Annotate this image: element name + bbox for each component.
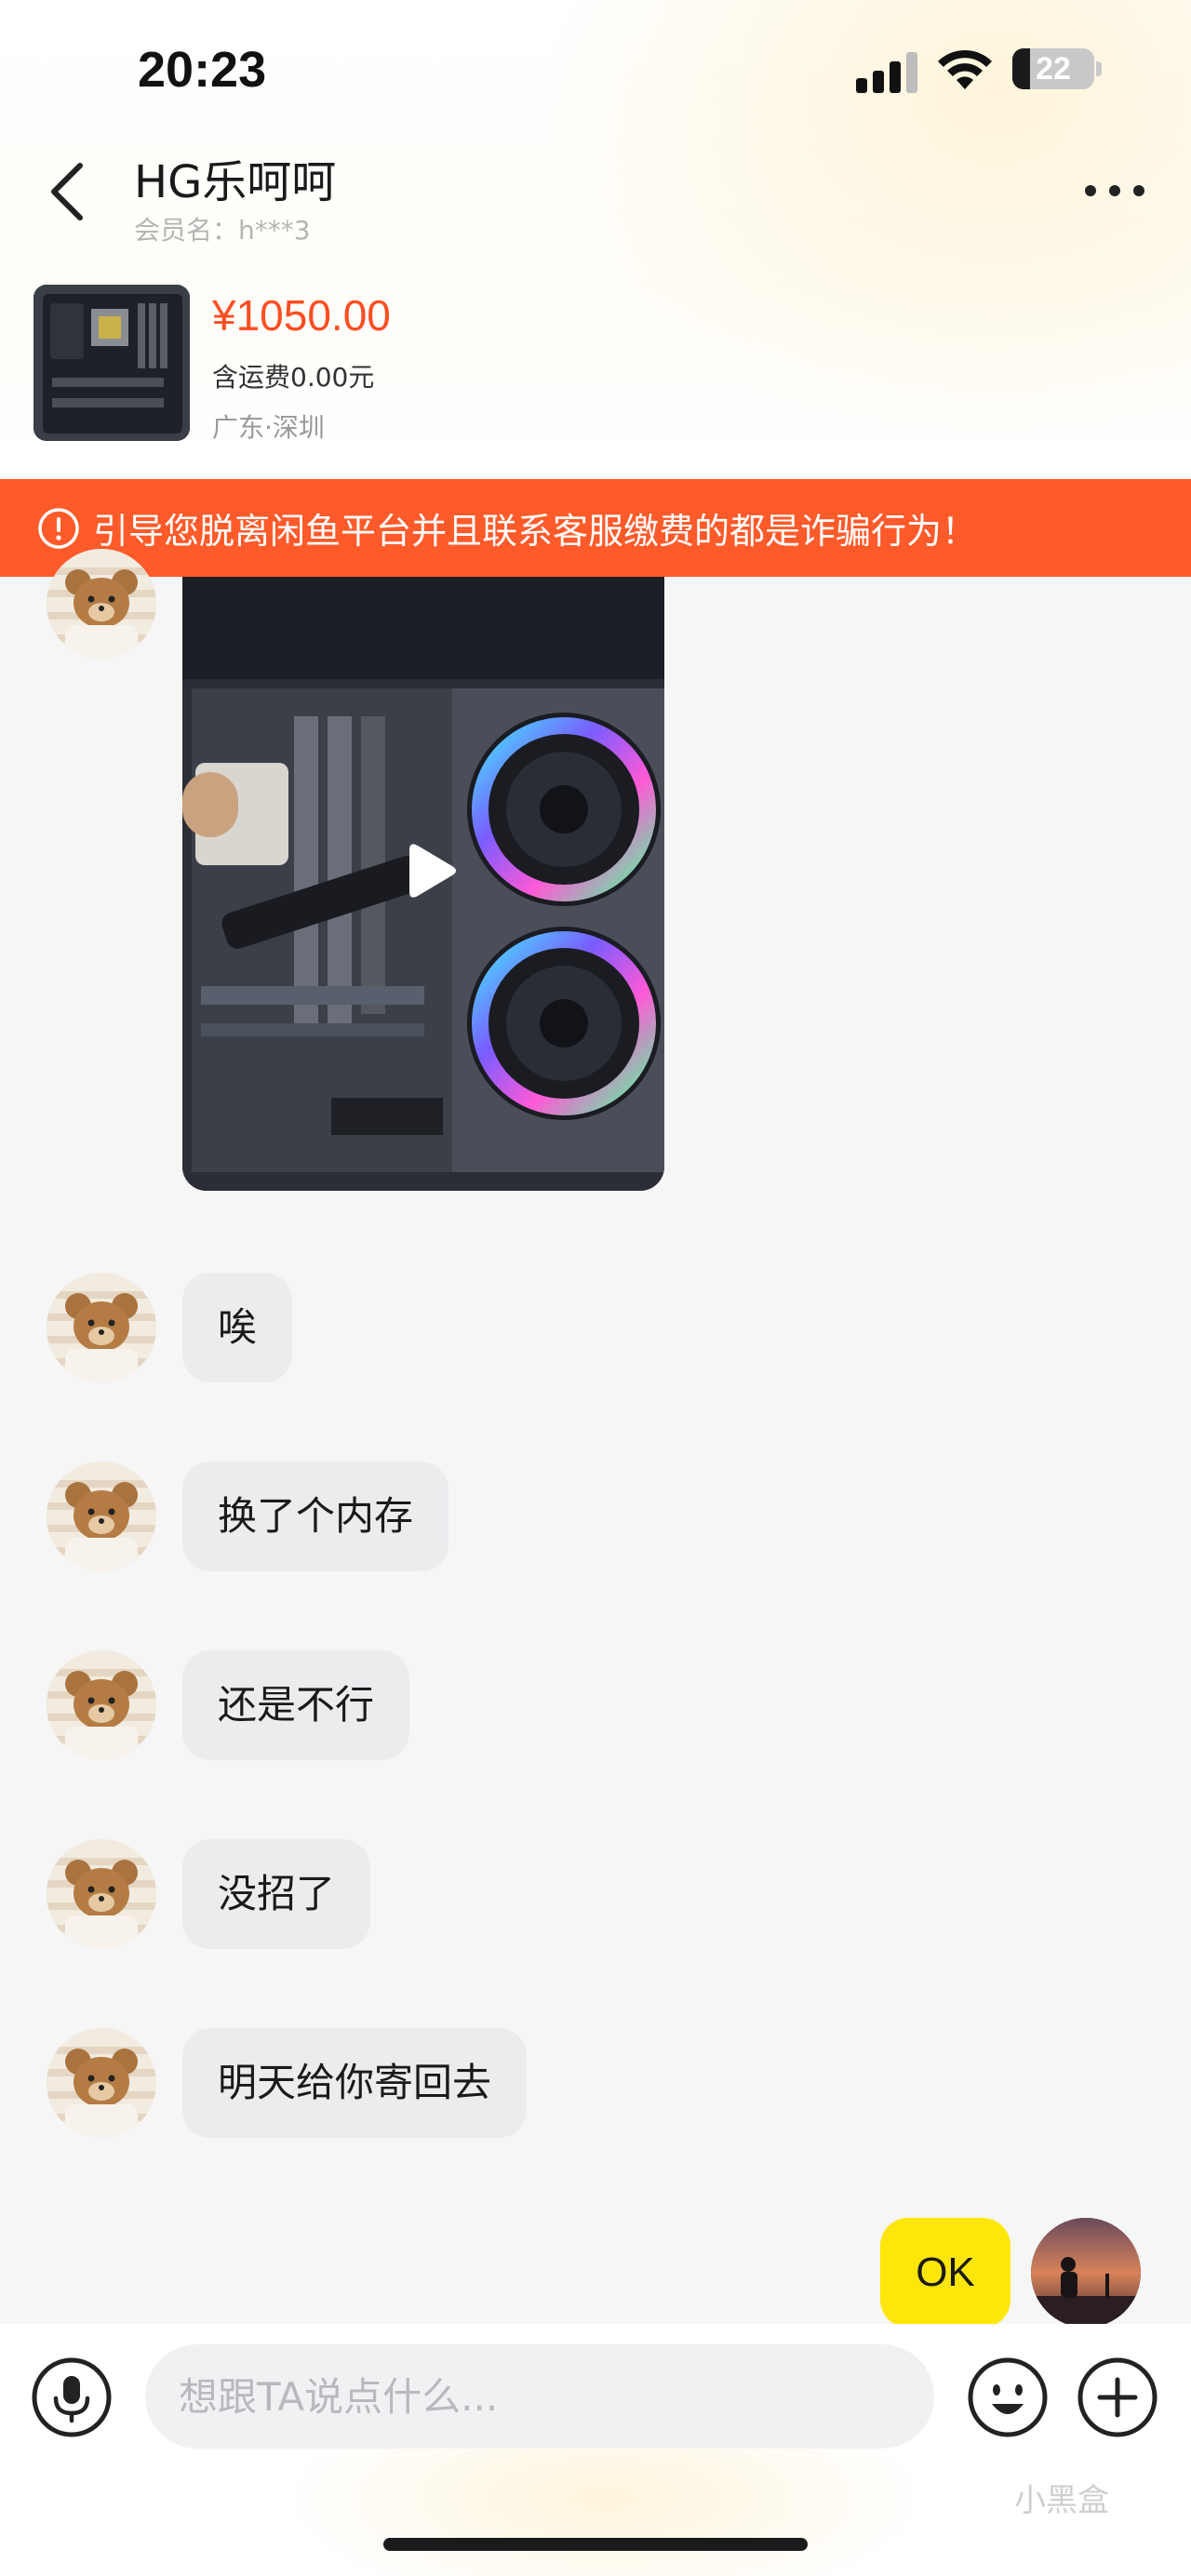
fraud-warning-banner: 引导您脱离闲鱼平台并且联系客服缴费的都是诈骗行为！ <box>0 479 1191 577</box>
motherboard-image <box>33 285 190 441</box>
more-dots-icon[interactable] <box>1079 167 1150 214</box>
microphone-icon[interactable] <box>30 2356 114 2439</box>
warning-text: 引导您脱离闲鱼平台并且联系客服缴费的都是诈骗行为！ <box>93 511 978 552</box>
message-bubble[interactable]: 唉 <box>182 1273 293 1382</box>
battery-level: 22 <box>1036 51 1071 87</box>
back-arrow-icon[interactable] <box>43 158 93 225</box>
teddy-bear-avatar-icon <box>47 1462 156 1571</box>
contact-name[interactable]: HG乐呵呵 <box>134 145 336 210</box>
own-avatar[interactable] <box>1031 2218 1141 2328</box>
member-name: 会员名：h***3 <box>134 215 311 246</box>
signal-icon <box>856 52 917 93</box>
message-input[interactable] <box>145 2344 934 2449</box>
message-bubble[interactable]: 还是不行 <box>182 1650 410 1760</box>
message-bubble[interactable]: 明天给你寄回去 <box>182 2028 528 2138</box>
teddy-bear-avatar-icon <box>47 1273 156 1382</box>
teddy-bear-avatar-icon <box>47 549 156 659</box>
wifi-icon <box>938 49 992 89</box>
product-thumbnail[interactable] <box>33 285 190 441</box>
seller-avatar[interactable] <box>47 1839 156 1949</box>
battery-icon: 22 <box>1012 48 1094 89</box>
warning-icon <box>38 507 79 549</box>
teddy-bear-avatar-icon <box>47 2028 156 2138</box>
seller-avatar[interactable] <box>47 549 156 659</box>
seller-avatar[interactable] <box>47 1273 156 1382</box>
video-message[interactable] <box>182 577 664 1191</box>
seller-avatar[interactable] <box>47 1462 156 1571</box>
message-bubble[interactable]: 没招了 <box>182 1839 371 1949</box>
message-bubble[interactable]: 换了个内存 <box>182 1462 449 1571</box>
video-thumbnail <box>182 577 664 1191</box>
teddy-bear-avatar-icon <box>47 1650 156 1760</box>
home-indicator[interactable] <box>383 2538 808 2551</box>
watermark: 小黑盒 <box>1014 2482 1109 2519</box>
own-message-bubble[interactable]: OK <box>880 2218 1010 2328</box>
seller-avatar[interactable] <box>47 1650 156 1760</box>
sunset-avatar-icon <box>1031 2218 1141 2328</box>
product-price: ¥1050.00 <box>212 291 391 340</box>
teddy-bear-avatar-icon <box>47 1839 156 1949</box>
plus-icon[interactable] <box>1076 2356 1159 2439</box>
emoji-icon[interactable] <box>966 2356 1050 2439</box>
seller-avatar[interactable] <box>47 2028 156 2138</box>
seller-location: 广东·深圳 <box>212 412 325 443</box>
shipping-fee: 含运费0.00元 <box>212 362 375 393</box>
battery-nub <box>1096 61 1102 76</box>
status-time: 20:23 <box>138 42 267 98</box>
